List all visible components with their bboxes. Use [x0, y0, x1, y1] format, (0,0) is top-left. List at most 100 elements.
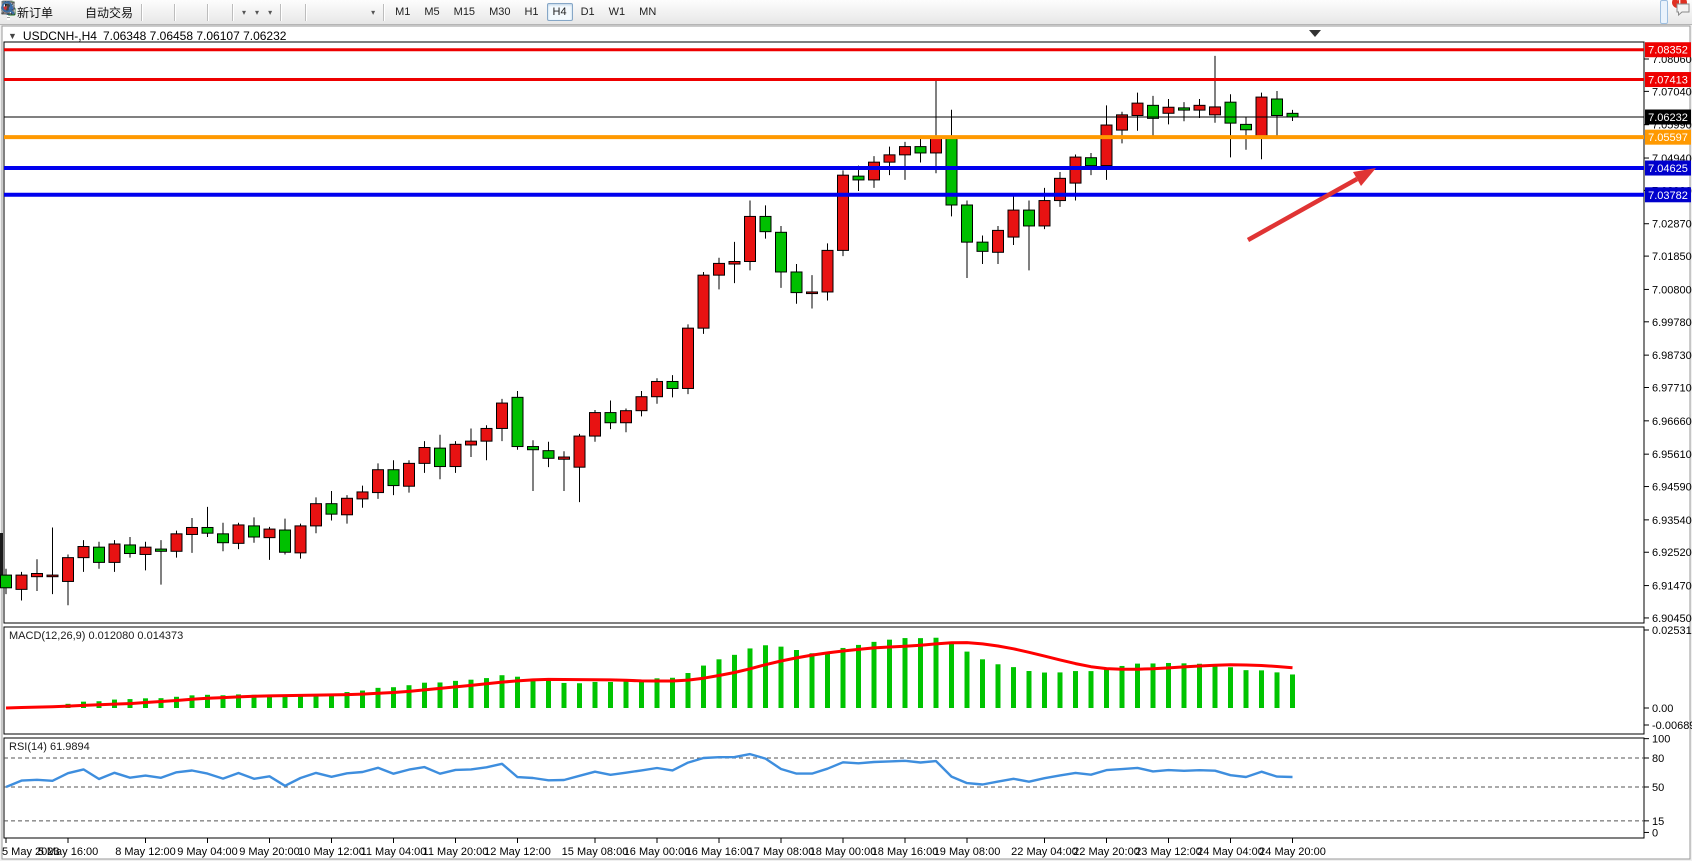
- date-label: 23 May 12:00: [1135, 846, 1202, 858]
- macd-bar: [856, 645, 861, 708]
- templates-button[interactable]: ▾: [263, 0, 276, 24]
- price-tick-label: 7.00800: [1652, 284, 1692, 296]
- macd-pane[interactable]: [4, 627, 1644, 734]
- price-badge-label: 7.03782: [1648, 190, 1688, 202]
- price-tick-label: 6.96660: [1652, 416, 1692, 428]
- timeframe-button-m30[interactable]: M30: [483, 3, 516, 21]
- line-chart-button[interactable]: [162, 0, 170, 24]
- new-order-button[interactable]: 新订单: [13, 0, 57, 24]
- candle-body: [450, 444, 461, 466]
- text-button[interactable]: A: [350, 0, 358, 24]
- macd-indicator-label: MACD(12,26,9) 0.012080 0.014373: [9, 630, 183, 642]
- toolbar-separator: [280, 4, 281, 21]
- macd-bar: [810, 653, 815, 708]
- macd-bar: [376, 688, 381, 708]
- chevron-down-icon: ▾: [268, 8, 272, 17]
- macd-bar: [1182, 663, 1187, 708]
- macd-bar: [407, 685, 412, 708]
- candle-body: [140, 547, 151, 554]
- cursor-button[interactable]: [285, 0, 293, 24]
- candle-chart-button[interactable]: [154, 0, 162, 24]
- trendline-button[interactable]: [326, 0, 334, 24]
- candle-body: [636, 397, 647, 411]
- indicators-button[interactable]: ▾: [237, 0, 250, 24]
- community-button[interactable]: [65, 0, 73, 24]
- chat-button[interactable]: 1: [1674, 0, 1682, 24]
- macd-bar: [1166, 663, 1171, 708]
- macd-bar: [190, 695, 195, 708]
- macd-bar: [887, 640, 892, 708]
- macd-bar: [1197, 664, 1202, 708]
- timeframe-button-m5[interactable]: M5: [418, 3, 445, 21]
- macd-bar: [1011, 667, 1016, 708]
- rsi-pane[interactable]: [4, 738, 1644, 838]
- candle-body: [1039, 201, 1050, 226]
- macd-bar: [779, 647, 784, 708]
- collapse-icon[interactable]: ▼: [8, 31, 17, 41]
- shapes-button[interactable]: ▾: [366, 0, 379, 24]
- candle-body: [109, 544, 120, 562]
- macd-bar: [500, 675, 505, 708]
- channel-button[interactable]: E: [334, 0, 342, 24]
- date-label: 22 May 20:00: [1073, 846, 1140, 858]
- candle-body: [1163, 107, 1174, 113]
- candle-body: [1024, 210, 1035, 226]
- timeframe-button-d1[interactable]: D1: [575, 3, 601, 21]
- candle-body: [667, 381, 678, 388]
- candle-body: [1, 575, 12, 588]
- market-depth-button[interactable]: [57, 0, 65, 24]
- price-badge-label: 7.04625: [1648, 163, 1688, 175]
- zoom-in-button[interactable]: [179, 0, 187, 24]
- auto-scroll-button[interactable]: [212, 0, 220, 24]
- timeframe-button-h4[interactable]: H4: [547, 3, 573, 21]
- candle-body: [807, 292, 818, 294]
- vertical-line-button[interactable]: [310, 0, 318, 24]
- candle-body: [869, 162, 880, 180]
- candle-body: [1194, 105, 1205, 110]
- candle-body: [512, 397, 523, 446]
- macd-tick-label: 0.025318: [1652, 625, 1692, 637]
- auto-trading-button[interactable]: 自动交易: [81, 0, 137, 24]
- signal-button[interactable]: [73, 0, 81, 24]
- candle-body: [1055, 178, 1066, 200]
- macd-bar: [1275, 672, 1280, 708]
- date-label: 11 May 04:00: [361, 846, 427, 858]
- zoom-out-button[interactable]: [187, 0, 195, 24]
- timeframe-button-mn[interactable]: MN: [633, 3, 662, 21]
- candle-body: [1179, 108, 1190, 110]
- crosshair-button[interactable]: [293, 0, 301, 24]
- macd-bar: [593, 682, 598, 708]
- search-button[interactable]: [1660, 0, 1668, 24]
- timeframe-button-w1[interactable]: W1: [603, 3, 632, 21]
- timeframe-button-h1[interactable]: H1: [518, 3, 544, 21]
- macd-bar: [608, 682, 613, 708]
- candle-body: [342, 498, 353, 515]
- candle-body: [853, 176, 864, 180]
- chart-canvas[interactable]: 7.080607.070407.059907.049407.039207.028…: [0, 0, 1692, 861]
- candle-body: [729, 262, 740, 265]
- timeframe-button-m15[interactable]: M15: [448, 3, 481, 21]
- rsi-tick-label: 80: [1652, 753, 1664, 765]
- macd-bar: [639, 680, 644, 708]
- macd-bar: [1104, 668, 1109, 708]
- candle-body: [1287, 113, 1298, 117]
- bar-chart-button[interactable]: [146, 0, 154, 24]
- label-button[interactable]: T: [358, 0, 366, 24]
- tile-windows-button[interactable]: [195, 0, 203, 24]
- horizontal-line-button[interactable]: [318, 0, 326, 24]
- chart-title-bar[interactable]: ▼ USDCNH-,H4 7.06348 7.06458 7.06107 7.0…: [8, 29, 286, 43]
- macd-bar: [1228, 667, 1233, 708]
- candle-body: [605, 413, 616, 423]
- candle-body: [481, 428, 492, 441]
- candle-body: [590, 413, 601, 436]
- macd-bar: [1027, 671, 1032, 708]
- macd-bar: [1259, 670, 1264, 708]
- fibonacci-button[interactable]: F: [342, 0, 350, 24]
- toolbar-separator: [174, 4, 175, 21]
- new-order-button-label: 新订单: [17, 4, 53, 21]
- price-tick-label: 6.94590: [1652, 482, 1692, 494]
- timeframe-button-m1[interactable]: M1: [389, 3, 416, 21]
- periods-button[interactable]: ▾: [250, 0, 263, 24]
- candle-body: [698, 275, 709, 328]
- chart-shift-button[interactable]: [220, 0, 228, 24]
